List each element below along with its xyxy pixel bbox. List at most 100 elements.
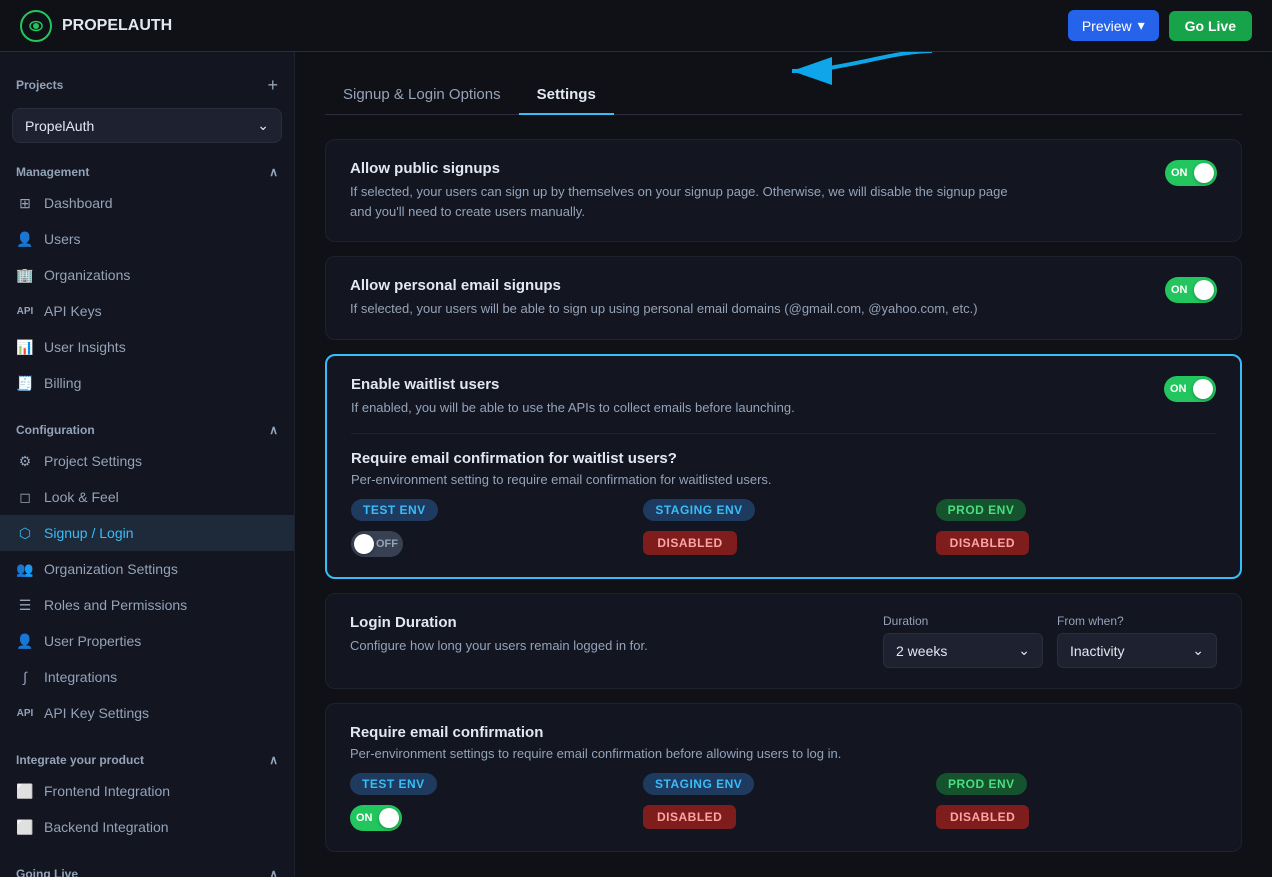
add-project-button[interactable]: + xyxy=(267,76,278,94)
email-confirm-test-toggle[interactable]: ON xyxy=(350,805,402,831)
waitlist-email-confirm-section: Require email confirmation for waitlist … xyxy=(351,450,1216,557)
email-confirm-staging-badge: STAGING ENV xyxy=(643,773,754,795)
frontend-icon: ⬜ xyxy=(16,782,34,800)
waitlist-staging-status: DISABLED xyxy=(643,531,736,555)
waitlist-env-grid: TEST ENV OFF STAGING ENV DISABLED xyxy=(351,499,1216,557)
toggle-track[interactable]: ON xyxy=(1165,160,1217,186)
allow-public-signups-row: Allow public signups If selected, your u… xyxy=(350,160,1217,221)
waitlist-test-toggle[interactable]: OFF xyxy=(351,531,403,557)
projects-section-header: Projects + xyxy=(0,70,294,100)
chart-icon: 📊 xyxy=(16,338,34,356)
personal-toggle-thumb xyxy=(1194,280,1214,300)
collapse-icon-2: ∧ xyxy=(269,423,278,437)
preview-button[interactable]: Preview ▾ xyxy=(1068,10,1159,41)
sidebar-item-project-settings[interactable]: ⚙ Project Settings xyxy=(0,443,294,479)
allow-personal-email-info: Allow personal email signups If selected… xyxy=(350,277,978,319)
chevron-icon: ⌄ xyxy=(257,117,269,134)
signup-icon: ⬡ xyxy=(16,524,34,542)
sidebar-item-integrations[interactable]: ∫ Integrations xyxy=(0,659,294,695)
from-when-label: From when? xyxy=(1057,614,1217,628)
from-when-value: Inactivity xyxy=(1070,643,1124,659)
tab-settings[interactable]: Settings xyxy=(519,76,614,115)
allow-personal-email-row: Allow personal email signups If selected… xyxy=(350,277,1217,319)
login-duration-row: Login Duration Configure how long your u… xyxy=(350,614,1217,668)
from-when-select[interactable]: Inactivity ⌄ xyxy=(1057,633,1217,668)
require-email-confirm-title: Require email confirmation xyxy=(350,724,1217,741)
sidebar-item-billing[interactable]: 🧾 Billing xyxy=(0,365,294,401)
backend-icon: ⬜ xyxy=(16,818,34,836)
go-live-button[interactable]: Go Live xyxy=(1169,11,1252,41)
sidebar-item-frontend[interactable]: ⬜ Frontend Integration xyxy=(0,773,294,809)
email-confirm-prod-status: DISABLED xyxy=(936,805,1029,829)
login-duration-info: Login Duration Configure how long your u… xyxy=(350,614,648,656)
require-email-confirm-desc: Per-environment settings to require emai… xyxy=(350,746,1217,761)
email-confirm-staging-status: DISABLED xyxy=(643,805,736,829)
email-confirm-env-grid: TEST ENV ON STAGING ENV DISABLED PROD EN… xyxy=(350,773,1217,831)
from-when-chevron-icon: ⌄ xyxy=(1192,642,1204,659)
collapse-icon-4: ∧ xyxy=(269,867,278,877)
users-icon: 👤 xyxy=(16,230,34,248)
duration-label: Duration xyxy=(883,614,1043,628)
layout: Projects + PropelAuth ⌄ Management ∧ ⊞ D… xyxy=(0,52,1272,877)
duration-chevron-icon: ⌄ xyxy=(1018,642,1030,659)
org-settings-icon: 👥 xyxy=(16,560,34,578)
sidebar-item-user-properties[interactable]: 👤 User Properties xyxy=(0,623,294,659)
duration-select[interactable]: 2 weeks ⌄ xyxy=(883,633,1043,668)
allow-personal-email-desc: If selected, your users will be able to … xyxy=(350,299,978,319)
personal-toggle-track[interactable]: ON xyxy=(1165,277,1217,303)
login-duration-desc: Configure how long your users remain log… xyxy=(350,636,648,656)
from-when-group: From when? Inactivity ⌄ xyxy=(1057,614,1217,668)
allow-personal-email-toggle[interactable]: ON xyxy=(1165,277,1217,303)
sidebar-item-users[interactable]: 👤 Users xyxy=(0,221,294,257)
sidebar-item-organizations[interactable]: 🏢 Organizations xyxy=(0,257,294,293)
waitlist-test-env-badge: TEST ENV xyxy=(351,499,438,521)
duration-selects: Duration 2 weeks ⌄ From when? Inactivity… xyxy=(883,614,1217,668)
sidebar-item-roles-permissions[interactable]: ☰ Roles and Permissions xyxy=(0,587,294,623)
waitlist-toggle-thumb xyxy=(1193,379,1213,399)
login-duration-card: Login Duration Configure how long your u… xyxy=(325,593,1242,689)
logo: PROPELAUTH xyxy=(20,10,172,42)
allow-public-signups-info: Allow public signups If selected, your u… xyxy=(350,160,1030,221)
allow-public-signups-card: Allow public signups If selected, your u… xyxy=(325,139,1242,242)
integrations-icon: ∫ xyxy=(16,668,34,686)
api-icon: API xyxy=(16,302,34,320)
tab-signup-login-options[interactable]: Signup & Login Options xyxy=(325,76,519,115)
toggle-thumb xyxy=(1194,163,1214,183)
waitlist-staging-env-badge: STAGING ENV xyxy=(643,499,754,521)
allow-public-signups-title: Allow public signups xyxy=(350,160,1030,177)
email-confirm-env-test: TEST ENV ON xyxy=(350,773,631,831)
sidebar-item-user-insights[interactable]: 📊 User Insights xyxy=(0,329,294,365)
email-confirm-test-badge: TEST ENV xyxy=(350,773,437,795)
waitlist-test-toggle-thumb xyxy=(354,534,374,554)
email-confirm-test-toggle-track[interactable]: ON xyxy=(350,805,402,831)
enable-waitlist-info: Enable waitlist users If enabled, you wi… xyxy=(351,376,795,418)
allow-personal-email-card: Allow personal email signups If selected… xyxy=(325,256,1242,340)
waitlist-toggle-track[interactable]: ON xyxy=(1164,376,1216,402)
project-selector[interactable]: PropelAuth ⌄ xyxy=(12,108,282,143)
waitlist-test-toggle-track[interactable]: OFF xyxy=(351,531,403,557)
email-confirm-test-thumb xyxy=(379,808,399,828)
waitlist-prod-env-badge: PROD ENV xyxy=(936,499,1027,521)
sidebar-item-dashboard[interactable]: ⊞ Dashboard xyxy=(0,185,294,221)
enable-waitlist-toggle[interactable]: ON xyxy=(1164,376,1216,402)
waitlist-toggle-label: ON xyxy=(1170,383,1187,395)
sidebar: Projects + PropelAuth ⌄ Management ∧ ⊞ D… xyxy=(0,52,295,877)
tabs: Signup & Login Options Settings xyxy=(325,76,1242,115)
grid-icon: ⊞ xyxy=(16,194,34,212)
sidebar-item-org-settings[interactable]: 👥 Organization Settings xyxy=(0,551,294,587)
duration-value: 2 weeks xyxy=(896,643,947,659)
enable-waitlist-title: Enable waitlist users xyxy=(351,376,795,393)
sidebar-item-look-feel[interactable]: ◻ Look & Feel xyxy=(0,479,294,515)
configuration-section-header: Configuration ∧ xyxy=(0,417,294,443)
allow-public-signups-toggle[interactable]: ON xyxy=(1165,160,1217,186)
waitlist-prod-status: DISABLED xyxy=(936,531,1029,555)
sidebar-item-api-keys[interactable]: API API Keys xyxy=(0,293,294,329)
sidebar-item-api-key-settings[interactable]: API API Key Settings xyxy=(0,695,294,731)
logo-icon xyxy=(20,10,52,42)
org-icon: 🏢 xyxy=(16,266,34,284)
sidebar-item-backend[interactable]: ⬜ Backend Integration xyxy=(0,809,294,845)
sidebar-item-signup-login[interactable]: ⬡ Signup / Login xyxy=(0,515,294,551)
management-section-header: Management ∧ xyxy=(0,159,294,185)
waitlist-env-staging: STAGING ENV DISABLED xyxy=(643,499,923,557)
collapse-icon: ∧ xyxy=(269,165,278,179)
